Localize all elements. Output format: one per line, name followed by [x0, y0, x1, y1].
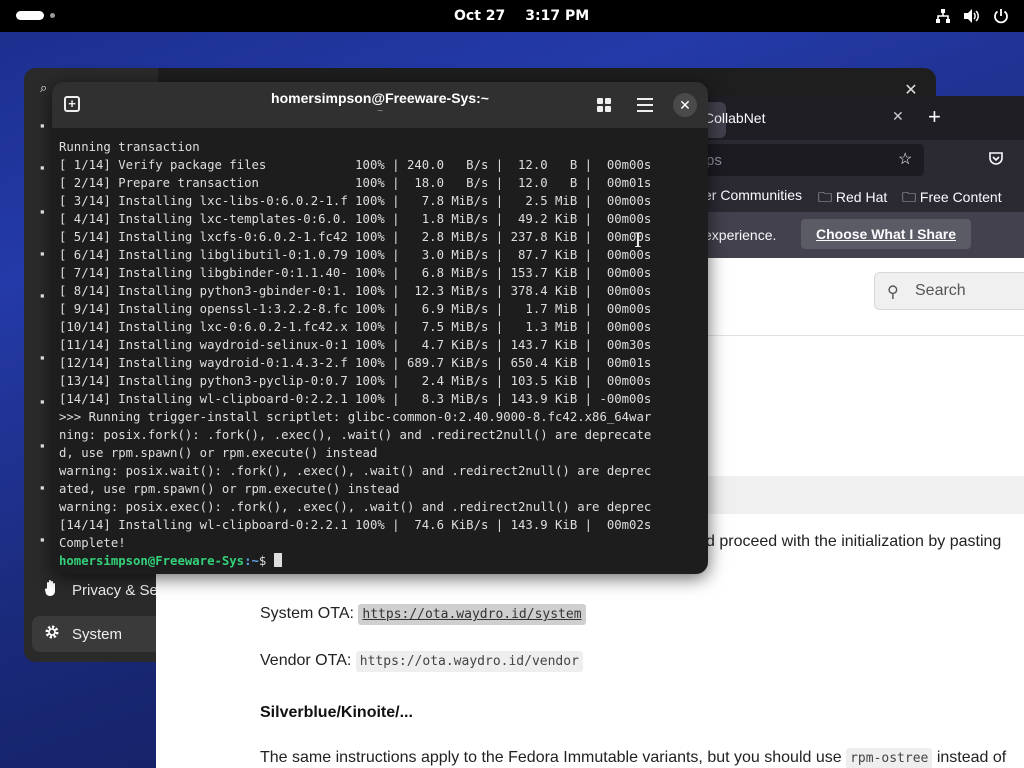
system-ota-row: System OTA: https://ota.waydro.id/system [260, 604, 586, 625]
terminal-line: [14/14] Installing wl-clipboard-0:2.2.1 … [59, 518, 652, 532]
display-icon[interactable]: ▪ [40, 205, 52, 218]
search-input[interactable]: ⚲ Search [874, 272, 1024, 310]
terminal-line: >>> Running trigger-install scriptlet: g… [59, 410, 652, 424]
clock[interactable]: Oct 27 3:17 PM [454, 8, 589, 24]
clock-date: Oct 27 [454, 8, 506, 24]
terminal-line: [11/14] Installing waydroid-selinux-0:1 … [59, 338, 652, 352]
terminal-window: + homersimpson@Freeware-Sys:~ ~ ✕ Runnin… [52, 82, 708, 574]
tab-overview-icon[interactable] [597, 98, 611, 112]
hamburger-menu-icon[interactable] [637, 98, 653, 112]
vendor-ota-url[interactable]: https://ota.waydro.id/vendor [355, 651, 583, 672]
bookmark-star-icon[interactable]: ☆ [898, 149, 912, 169]
terminal-line: d, use rpm.spawn() or rpm.execute() inst… [59, 446, 378, 460]
activities-button[interactable] [16, 11, 44, 20]
notification-message: experience. [704, 227, 777, 243]
terminal-prompt-line: homersimpson@Freeware-Sys:~$ [59, 552, 703, 570]
terminal-line: [ 8/14] Installing python3-gbinder-0:1. … [59, 284, 652, 298]
terminal-line: warning: posix.wait(): .fork(), .exec(),… [59, 464, 652, 478]
browser-tab-label: CollabNet [704, 110, 766, 126]
vendor-ota-label: Vendor OTA: [260, 652, 352, 669]
terminal-line: [ 7/14] Installing libgbinder-0:1.1.40- … [59, 266, 652, 280]
terminal-line: [ 2/14] Prepare transaction 100% | 18.0 … [59, 176, 652, 190]
folder-icon: 🗀 [818, 189, 836, 205]
terminal-cursor [273, 553, 282, 567]
bluetooth-icon[interactable]: ▪ [40, 161, 52, 174]
terminal-headerbar: + homersimpson@Freeware-Sys:~ ~ ✕ [52, 82, 708, 128]
prompt-symbol: $ [258, 554, 274, 568]
clock-time: 3:17 PM [525, 8, 590, 24]
terminal-line: ated, use rpm.spawn() or rpm.execute() i… [59, 482, 400, 496]
content-paragraph-2: The same instructions apply to the Fedor… [260, 748, 1006, 768]
sidebar-item-privacy[interactable]: Privacy & Sec [32, 572, 172, 608]
vendor-ota-row: Vendor OTA: https://ota.waydro.id/vendor [260, 651, 583, 672]
top-bar: Oct 27 3:17 PM [0, 0, 1024, 32]
terminal-line: [ 5/14] Installing lxcfs-0:6.0.2-1.fc42 … [59, 230, 652, 244]
network-icon[interactable] [934, 7, 952, 25]
url-text: ps [706, 152, 722, 169]
search-settings-icon[interactable]: ▪ [40, 481, 52, 494]
content-paragraph: d proceed with the initialization by pas… [706, 533, 1002, 550]
bookmark-red-hat[interactable]: 🗀 Red Hat [818, 187, 887, 211]
volume-icon[interactable] [963, 7, 981, 25]
search-icon[interactable]: ⌕ [40, 81, 52, 94]
terminal-line: [10/14] Installing lxc-0:6.0.2-1.fc42.x … [59, 320, 652, 334]
tab-close-icon[interactable]: ✕ [892, 108, 904, 125]
system-ota-url[interactable]: https://ota.waydro.id/system [358, 604, 586, 625]
terminal-line: [ 6/14] Installing libglibutil-0:1.0.79 … [59, 248, 652, 262]
sidebar-item-system[interactable]: System [32, 616, 172, 652]
network-settings-icon[interactable]: ▪ [40, 119, 52, 132]
choose-what-i-share-button[interactable]: Choose What I Share [801, 219, 971, 249]
section-heading: Silverblue/Kinoite/... [260, 704, 413, 721]
close-icon[interactable]: ✕ [673, 93, 697, 117]
sidebar-item-label: Privacy & Sec [72, 581, 166, 599]
bookmark-communities[interactable]: er Communities [704, 187, 802, 203]
hand-icon [44, 579, 60, 601]
text-cursor-icon: I [634, 228, 642, 252]
gear-icon [44, 624, 60, 644]
terminal-line: Complete! [59, 536, 126, 550]
terminal-line: [ 9/14] Installing openssl-1:3.2.2-8.fc … [59, 302, 652, 316]
terminal-line: [ 4/14] Installing lxc-templates-0:6.0. … [59, 212, 652, 226]
inline-code: rpm-ostree [846, 748, 933, 768]
accessibility-icon[interactable]: ▪ [40, 533, 52, 546]
folder-icon: 🗀 [902, 189, 920, 205]
terminal-lines: Running transaction [ 1/14] Verify packag… [59, 138, 703, 552]
system-tray[interactable] [934, 7, 1010, 25]
terminal-line: [12/14] Installing waydroid-0:1.4.3-2.f … [59, 356, 652, 370]
workspace-indicator[interactable] [50, 13, 55, 18]
bookmark-free-content[interactable]: 🗀 Free Content [902, 187, 1002, 211]
system-ota-label: System OTA: [260, 605, 354, 622]
terminal-line: [ 3/14] Installing lxc-libs-0:6.0.2-1.f … [59, 194, 652, 208]
prompt-path: :~ [244, 554, 259, 568]
notifications-icon[interactable]: ▪ [40, 439, 52, 452]
terminal-line: warning: posix.exec(): .fork(), .exec(),… [59, 500, 652, 514]
terminal-line: [ 1/14] Verify package files 100% | 240.… [59, 158, 652, 172]
url-bar[interactable]: ps [696, 144, 924, 176]
search-placeholder: Search [915, 282, 966, 299]
pocket-icon[interactable] [988, 150, 1004, 170]
sound-icon[interactable]: ▪ [40, 247, 52, 260]
prompt-user: homersimpson@Freeware-Sys [59, 554, 245, 568]
power-icon[interactable] [992, 7, 1010, 25]
multitasking-icon[interactable]: ▪ [40, 351, 52, 364]
power-settings-icon[interactable]: ▪ [40, 289, 52, 302]
apps-icon[interactable]: ▪ [40, 395, 52, 408]
terminal-line: [14/14] Installing wl-clipboard-0:2.2.1 … [59, 392, 652, 406]
terminal-line: [13/14] Installing python3-pyclip-0:0.7 … [59, 374, 652, 388]
terminal-line: ning: posix.fork(): .fork(), .exec(), .w… [59, 428, 652, 442]
new-tab-button[interactable]: + [928, 104, 941, 130]
terminal-output[interactable]: Running transaction [ 1/14] Verify packag… [59, 138, 703, 570]
search-icon: ⚲ [887, 284, 899, 301]
terminal-line: Running transaction [59, 140, 200, 154]
sidebar-item-label: System [72, 625, 123, 643]
